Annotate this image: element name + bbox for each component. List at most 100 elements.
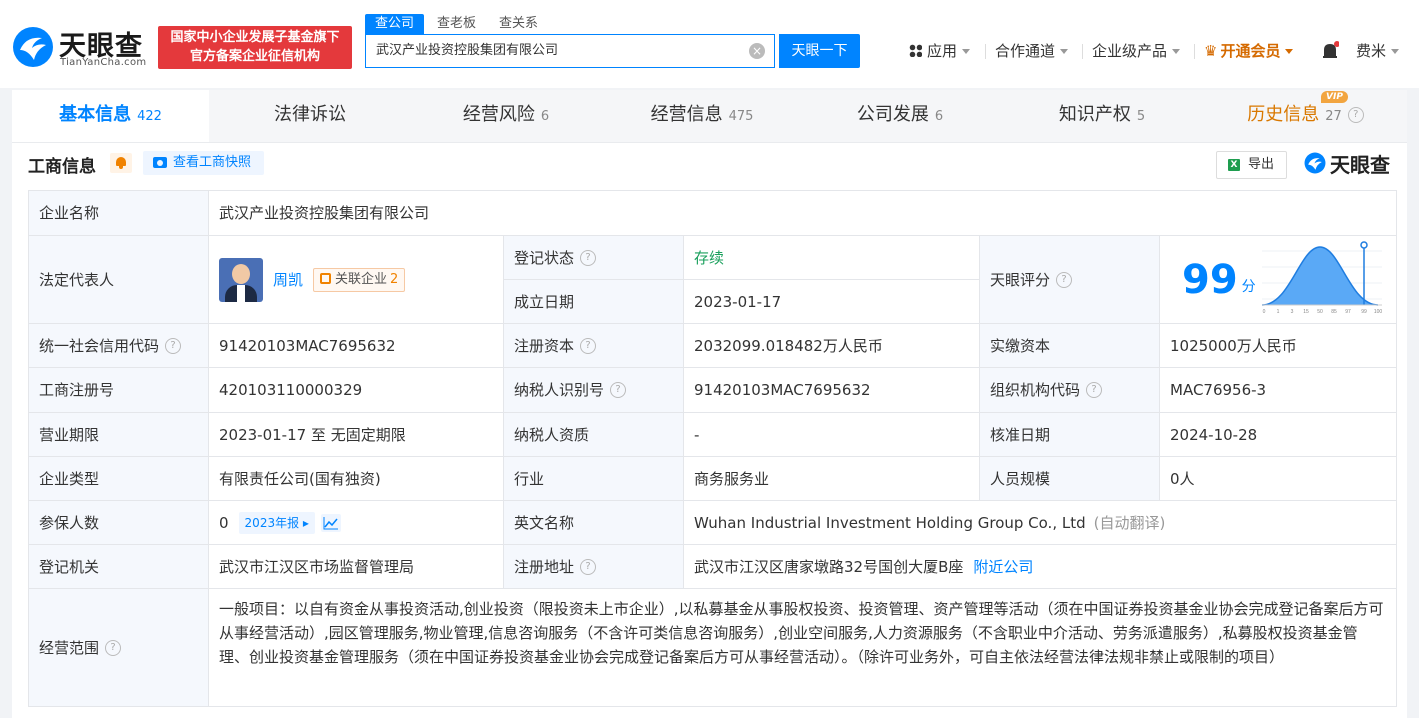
top-header: 天眼查 TianYanCha.com 国家中小企业发展子基金旗下 官方备案企业征… bbox=[0, 0, 1419, 88]
nav-vip-label: 开通会员 bbox=[1220, 42, 1281, 60]
tab-label: 基本信息 bbox=[59, 104, 132, 125]
tab-history[interactable]: 历史信息 27? bbox=[1204, 90, 1407, 142]
label-english-name: 英文名称 bbox=[504, 501, 684, 545]
nearby-companies-link[interactable]: 附近公司 bbox=[973, 557, 1033, 577]
axis-tick: 50 bbox=[1317, 309, 1323, 315]
label-company-type: 企业类型 bbox=[29, 457, 209, 501]
chevron-down-icon bbox=[1172, 49, 1181, 54]
legal-rep-link[interactable]: 周凯 bbox=[273, 270, 303, 290]
related-count: 2 bbox=[390, 271, 399, 287]
score-distribution-chart: 0 1 3 15 50 85 97 99 100 bbox=[1261, 241, 1382, 315]
tab-risk[interactable]: 经营风险 6 bbox=[408, 90, 604, 142]
label-company-name: 企业名称 bbox=[29, 191, 209, 236]
annual-report-dropdown[interactable]: 2023年报 ▸ bbox=[238, 511, 315, 534]
status-text: 存续 bbox=[694, 248, 725, 267]
value-scope: 一般项目：以自有资金从事投资活动,创业投资（限投资未上市企业）,以私募基金从事股… bbox=[209, 589, 1397, 707]
tab-ip[interactable]: 知识产权 5 bbox=[1000, 90, 1204, 142]
label-text: 注册地址 bbox=[514, 557, 575, 576]
user-menu[interactable]: 费米 bbox=[1356, 40, 1400, 62]
help-icon[interactable]: ? bbox=[1347, 107, 1364, 123]
label-reg-status: 登记状态? bbox=[504, 236, 684, 280]
related-companies-button[interactable]: 关联企业 2 bbox=[313, 267, 406, 292]
avatar[interactable] bbox=[219, 257, 263, 302]
main-tabs: 基本信息 422 法律诉讼 经营风险 6 经营信息 475 公司发展 6 知识产权 5 历… bbox=[12, 90, 1407, 143]
label-reg-capital: 注册资本? bbox=[504, 324, 684, 368]
label-legal-rep: 法定代表人 bbox=[29, 236, 209, 324]
network-icon bbox=[320, 272, 332, 284]
value-industry: 商务服务业 bbox=[684, 457, 980, 501]
insured-count: 0 bbox=[219, 513, 229, 532]
nav-apps[interactable]: 应用 bbox=[909, 40, 971, 62]
value-staff-size: 0人 bbox=[1160, 457, 1397, 501]
site-logo[interactable]: 天眼查 TianYanCha.com bbox=[12, 24, 152, 70]
score-unit: 分 bbox=[1241, 278, 1256, 295]
badge-line-1: 国家中小企业发展子基金旗下 bbox=[170, 30, 340, 45]
help-icon[interactable]: ? bbox=[580, 558, 597, 575]
chevron-down-icon bbox=[1285, 49, 1294, 54]
label-text: 经营范围 bbox=[39, 638, 100, 657]
label-taxpayer-id: 纳税人识别号? bbox=[504, 368, 684, 413]
search-tab-relation[interactable]: 查关系 bbox=[489, 14, 548, 34]
logo-domain: TianYanCha.com bbox=[60, 57, 147, 68]
help-icon[interactable]: ? bbox=[580, 337, 597, 354]
trend-chart-icon[interactable] bbox=[320, 513, 341, 532]
notification-bell[interactable] bbox=[1321, 41, 1340, 63]
axis-tick: 1 bbox=[1277, 309, 1280, 315]
label-text: 统一社会信用代码 bbox=[39, 336, 160, 355]
search-input[interactable]: 武汉产业投资控股集团有限公司 × bbox=[365, 34, 775, 68]
monitor-button[interactable] bbox=[110, 153, 132, 173]
search-tab-boss[interactable]: 查老板 bbox=[427, 14, 486, 34]
divider bbox=[1082, 44, 1083, 59]
help-icon[interactable]: ? bbox=[165, 337, 182, 354]
nav-apps-label: 应用 bbox=[927, 42, 958, 60]
snapshot-label: 查看工商快照 bbox=[173, 155, 252, 170]
address-text: 武汉市江汉区唐家墩路32号国创大厦B座 bbox=[694, 557, 964, 576]
business-info-table: 企业名称 武汉产业投资控股集团有限公司 法定代表人 周凯 关联企业 2 登记状态?… bbox=[28, 190, 1397, 707]
nav-vip[interactable]: ♛ 开通会员 bbox=[1204, 40, 1294, 62]
export-button[interactable]: X 导出 bbox=[1216, 151, 1287, 179]
value-term: 2023-01-17 至 无固定期限 bbox=[209, 413, 504, 457]
section-title: 工商信息 bbox=[28, 157, 96, 177]
label-text: 天眼评分 bbox=[990, 270, 1051, 289]
tab-legal[interactable]: 法律诉讼 bbox=[212, 90, 408, 142]
label-text: 组织机构代码 bbox=[990, 381, 1081, 399]
axis-tick: 85 bbox=[1331, 309, 1337, 315]
label-approval-date: 核准日期 bbox=[980, 413, 1160, 457]
tab-count: 475 bbox=[728, 109, 754, 124]
tab-operation[interactable]: 经营信息 475 bbox=[604, 90, 800, 142]
help-icon[interactable]: ? bbox=[580, 249, 597, 266]
snapshot-button[interactable]: 查看工商快照 bbox=[143, 151, 264, 175]
chevron-down-icon bbox=[1060, 49, 1069, 54]
value-company-name: 武汉产业投资控股集团有限公司 bbox=[209, 191, 1397, 236]
value-taxpayer-id: 91420103MAC7695632 bbox=[684, 368, 980, 413]
bell-icon-clapper bbox=[119, 166, 123, 169]
tab-count: 6 bbox=[540, 109, 550, 124]
nav-enterprise[interactable]: 企业级产品 bbox=[1092, 40, 1181, 62]
search-button[interactable]: 天眼一下 bbox=[779, 34, 860, 68]
label-text: 纳税人识别号 bbox=[514, 381, 605, 399]
help-icon[interactable]: ? bbox=[1086, 382, 1103, 398]
clear-icon[interactable]: × bbox=[749, 43, 765, 59]
tab-development[interactable]: 公司发展 6 bbox=[800, 90, 1000, 142]
nav-channel[interactable]: 合作通道 bbox=[995, 40, 1069, 62]
label-insured: 参保人数 bbox=[29, 501, 209, 545]
tab-count: 422 bbox=[137, 109, 162, 124]
search-tab-company[interactable]: 查公司 bbox=[365, 14, 425, 34]
tab-basic-info[interactable]: 基本信息 422 bbox=[12, 90, 209, 142]
label-industry: 行业 bbox=[504, 457, 684, 501]
help-icon[interactable]: ? bbox=[1056, 271, 1073, 288]
value-score[interactable]: 99 分 0 1 3 15 50 85 97 99 100 bbox=[1160, 236, 1397, 324]
tab-label: 法律诉讼 bbox=[274, 104, 346, 125]
watermark-text: 天眼查 bbox=[1330, 153, 1390, 177]
axis-tick: 3 bbox=[1291, 309, 1294, 315]
help-icon[interactable]: ? bbox=[610, 382, 627, 398]
excel-icon: X bbox=[1228, 159, 1240, 171]
divider bbox=[1194, 44, 1195, 59]
help-icon[interactable]: ? bbox=[105, 639, 122, 656]
label-taxpayer-qual: 纳税人资质 bbox=[504, 413, 684, 457]
value-reg-no: 420103110000329 bbox=[209, 368, 504, 413]
value-insured: 0 2023年报 ▸ bbox=[209, 501, 504, 545]
label-text: 登记状态 bbox=[514, 248, 575, 267]
chevron-down-icon bbox=[1391, 49, 1400, 54]
export-label: 导出 bbox=[1248, 157, 1275, 172]
